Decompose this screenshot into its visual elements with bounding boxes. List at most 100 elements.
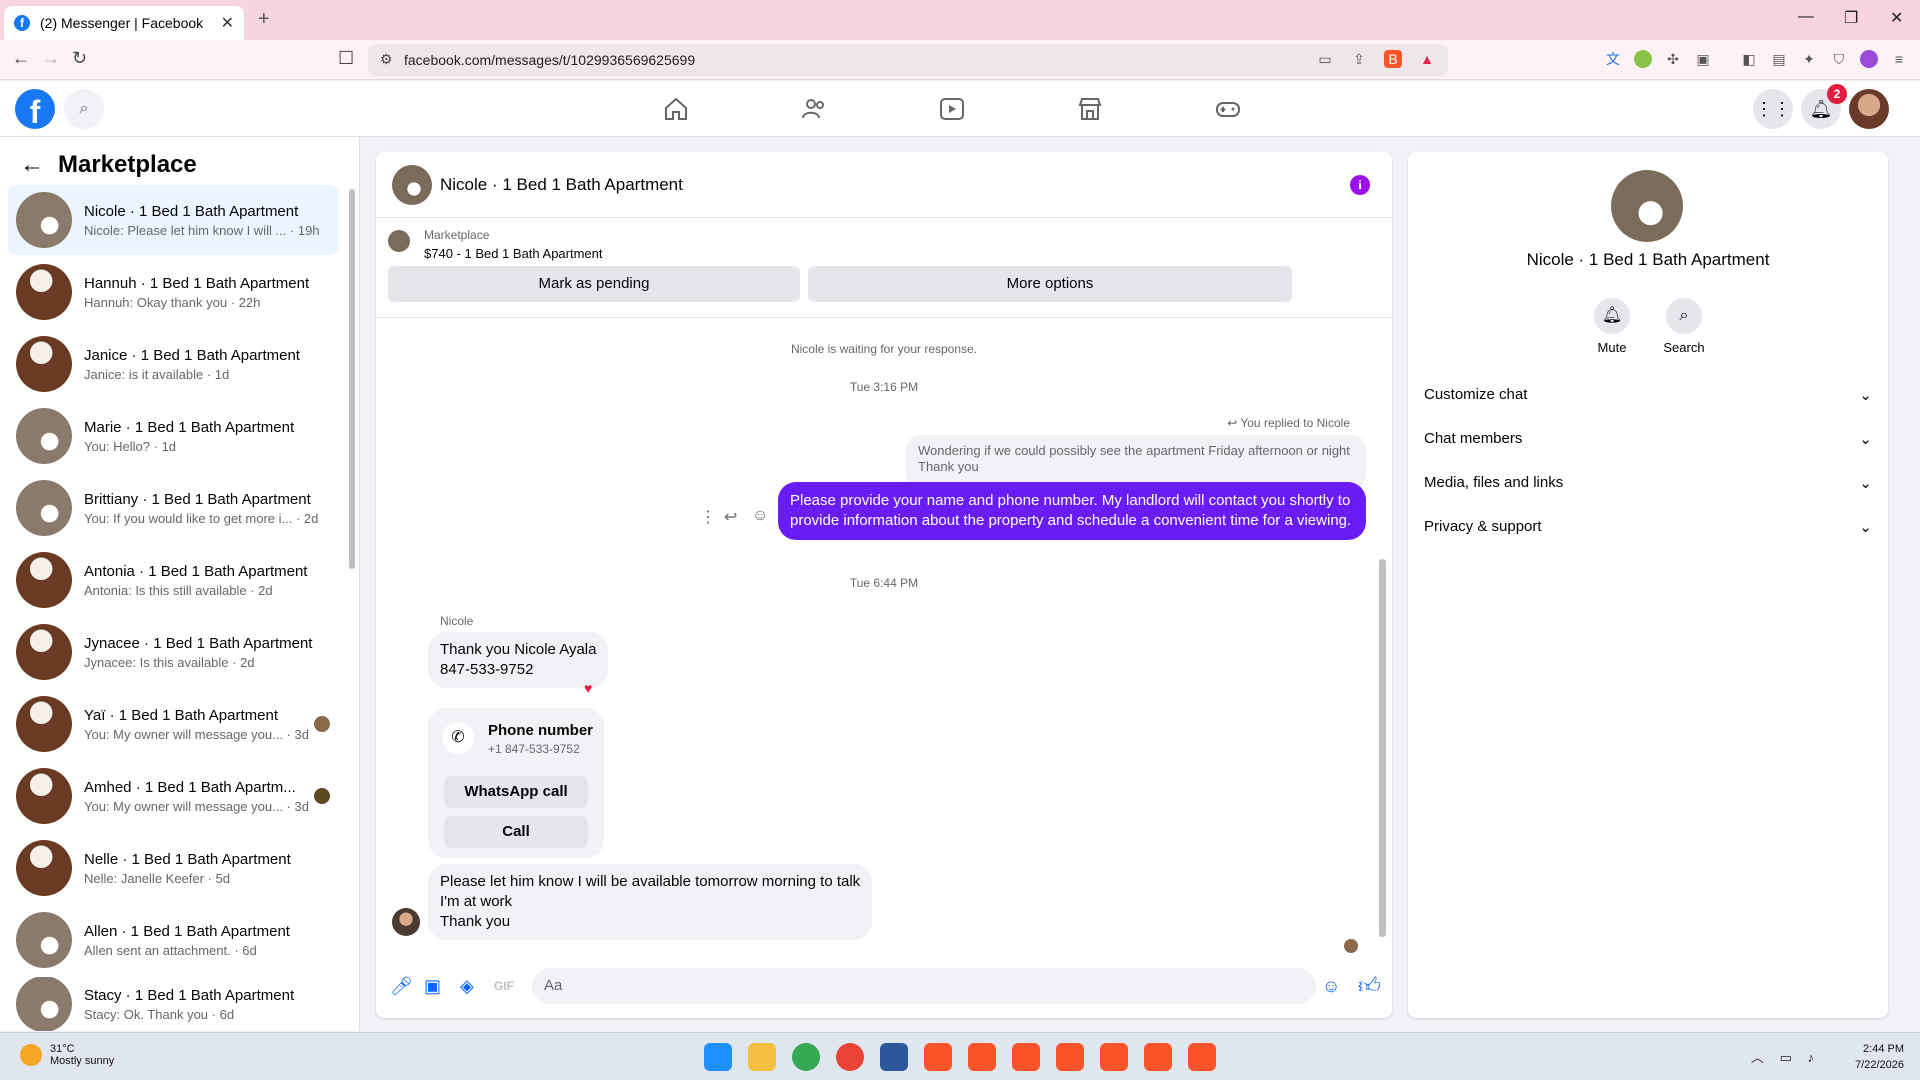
info-icon[interactable]: i [1350, 175, 1370, 195]
new-tab-icon[interactable]: + [258, 8, 270, 31]
vpn-icon[interactable]: ⛉ [1830, 50, 1848, 68]
heart-reaction-icon[interactable]: ♥ [584, 680, 592, 696]
photo-icon[interactable]: ▣ [424, 976, 441, 997]
bookmark-icon[interactable]: ☐ [338, 48, 354, 69]
start-icon[interactable] [704, 1043, 732, 1071]
profile-avatar[interactable] [1611, 170, 1683, 242]
gif-icon[interactable]: GIF [494, 979, 514, 993]
brave-icon[interactable] [924, 1043, 952, 1071]
wallet-icon[interactable]: ▤ [1770, 50, 1788, 68]
marketplace-icon[interactable] [1076, 95, 1104, 123]
chrome-profile-icon[interactable] [836, 1043, 864, 1071]
privacy-support-section[interactable]: Privacy & support ⌄ [1424, 518, 1872, 536]
brave-icon[interactable] [1012, 1043, 1040, 1071]
extensions-icon[interactable]: ✣ [1664, 50, 1682, 68]
listing-title[interactable]: $740 - 1 Bed 1 Bath Apartment [424, 246, 603, 261]
restore-icon[interactable]: ❐ [1844, 8, 1858, 28]
file-explorer-icon[interactable] [748, 1043, 776, 1071]
thumbs-up-icon[interactable]: 👍︎ [1358, 972, 1381, 999]
brave-shields-icon[interactable]: B [1384, 50, 1402, 68]
message-input[interactable]: Aa [532, 968, 1316, 1004]
gaming-icon[interactable] [1214, 95, 1242, 123]
conversation-item[interactable]: Hannuh · 1 Bed 1 Bath Apartment Hannuh: O… [8, 257, 338, 327]
sidebar-icon[interactable]: ◧ [1740, 50, 1758, 68]
react-emoji-icon[interactable]: ☺ [752, 507, 768, 525]
mute-button[interactable]: 🔔︎ Mute [1572, 298, 1652, 355]
search-button[interactable]: ⌕ Search [1644, 298, 1724, 355]
brave-rewards-icon[interactable]: ▲ [1418, 50, 1436, 68]
translate-extension-icon[interactable]: 文 [1604, 50, 1622, 68]
conversation-item[interactable]: Yaï · 1 Bed 1 Bath Apartment You: My owne… [8, 689, 338, 759]
conversation-item[interactable]: Janice · 1 Bed 1 Bath Apartment Janice: i… [8, 329, 338, 399]
friends-icon[interactable] [800, 95, 828, 123]
call-button[interactable]: Call [444, 816, 588, 848]
message-line: Thank you Nicole Ayala [440, 641, 597, 658]
site-info-icon[interactable]: ⚙ [380, 51, 393, 68]
back-icon[interactable]: ← [12, 48, 30, 69]
brave-icon[interactable] [968, 1043, 996, 1071]
conversation-item[interactable]: Marie · 1 Bed 1 Bath Apartment You: Hello… [8, 401, 338, 471]
tab-extension-icon[interactable]: ▣ [1694, 50, 1712, 68]
conversation-preview: Nelle: Janelle Keefer · 5d [84, 870, 230, 886]
conversation-item[interactable]: Antonia · 1 Bed 1 Bath Apartment Antonia:… [8, 545, 338, 615]
browser-tab[interactable]: f (2) Messenger | Facebook ✕ [4, 6, 244, 40]
reply-arrow-icon[interactable]: ↩ [724, 507, 737, 527]
conversation-item[interactable]: Amhed · 1 Bed 1 Bath Apartm... You: My ow… [8, 761, 338, 831]
more-actions-icon[interactable]: ⋮ [700, 507, 716, 527]
conversation-item[interactable]: Brittiany · 1 Bed 1 Bath Apartment You: I… [8, 473, 338, 543]
facebook-logo-icon[interactable]: f [15, 89, 55, 130]
sticker-icon[interactable]: ◈ [460, 976, 474, 997]
brave-icon[interactable] [1144, 1043, 1172, 1071]
clock[interactable]: 2:44 PM 7/22/2026 [1855, 1041, 1904, 1073]
brave-icon[interactable] [1056, 1043, 1084, 1071]
more-options-button[interactable]: More options [808, 266, 1292, 302]
home-icon[interactable] [662, 95, 690, 123]
conversation-item[interactable]: Nelle · 1 Bed 1 Bath Apartment Nelle: Jan… [8, 833, 338, 903]
reload-icon[interactable]: ↻ [72, 48, 87, 69]
brave-icon[interactable] [1100, 1043, 1128, 1071]
incoming-message[interactable]: Thank you Nicole Ayala 847-533-9752 [428, 632, 609, 688]
scrollbar[interactable] [1379, 559, 1386, 937]
close-window-icon[interactable]: ✕ [1890, 8, 1903, 28]
extension-green-icon[interactable] [1634, 50, 1652, 68]
quoted-message[interactable]: Wondering if we could possibly see the a… [906, 435, 1366, 489]
conversation-item[interactable]: Stacy · 1 Bed 1 Bath Apartment Stacy: Ok.… [8, 977, 338, 1031]
conversation-item[interactable]: Allen · 1 Bed 1 Bath Apartment Allen sent… [8, 905, 338, 975]
notepad-icon[interactable] [880, 1043, 908, 1071]
scrollbar[interactable] [349, 189, 355, 569]
mark-as-pending-button[interactable]: Mark as pending [388, 266, 800, 302]
search-icon[interactable]: ⌕ [64, 89, 104, 129]
listing-thumbnail[interactable] [388, 230, 410, 252]
profile-icon[interactable] [1860, 50, 1878, 68]
account-avatar[interactable] [1849, 89, 1889, 129]
leo-ai-icon[interactable]: ✦ [1800, 50, 1818, 68]
menu-grid-icon[interactable]: ⋮⋮ [1753, 89, 1793, 129]
chat-members-section[interactable]: Chat members ⌄ [1424, 430, 1872, 448]
back-arrow-icon[interactable]: ← [20, 151, 44, 179]
watch-icon[interactable] [938, 95, 966, 123]
chat-avatar[interactable] [392, 165, 432, 205]
conversation-preview: Jynacee: Is this available · 2d [84, 654, 255, 670]
microphone-icon[interactable]: 🎤︎ [390, 976, 413, 997]
url-field[interactable]: ⚙ facebook.com/messages/t/10299365696256… [368, 44, 1448, 76]
share-icon[interactable]: ⇪ [1350, 50, 1368, 68]
brave-icon[interactable] [1188, 1043, 1216, 1071]
forward-icon[interactable]: → [42, 48, 60, 69]
chrome-icon[interactable] [792, 1043, 820, 1071]
cast-icon[interactable]: ▭ [1316, 50, 1334, 68]
system-tray[interactable]: ︿ ▭ ♪ [1751, 1047, 1820, 1066]
conversation-item[interactable]: Nicole · 1 Bed 1 Bath Apartment Nicole: P… [8, 185, 338, 255]
conversation-item[interactable]: Jynacee · 1 Bed 1 Bath Apartment Jynacee:… [8, 617, 338, 687]
emoji-icon[interactable]: ☺ [1322, 976, 1340, 997]
weather-widget[interactable]: 31°C Mostly sunny [20, 1043, 114, 1067]
outgoing-message[interactable]: Please provide your name and phone numbe… [778, 482, 1366, 540]
minimize-icon[interactable]: — [1798, 8, 1814, 26]
customize-chat-section[interactable]: Customize chat ⌄ [1424, 386, 1872, 404]
whatsapp-call-button[interactable]: WhatsApp call [444, 776, 588, 808]
menu-icon[interactable]: ≡ [1890, 50, 1908, 68]
close-tab-icon[interactable]: ✕ [221, 13, 234, 33]
media-files-links-section[interactable]: Media, files and links ⌄ [1424, 474, 1872, 492]
avatar [16, 977, 72, 1031]
chat-title[interactable]: Nicole · 1 Bed 1 Bath Apartment [440, 175, 683, 195]
incoming-message[interactable]: Please let him know I will be available … [428, 864, 873, 940]
